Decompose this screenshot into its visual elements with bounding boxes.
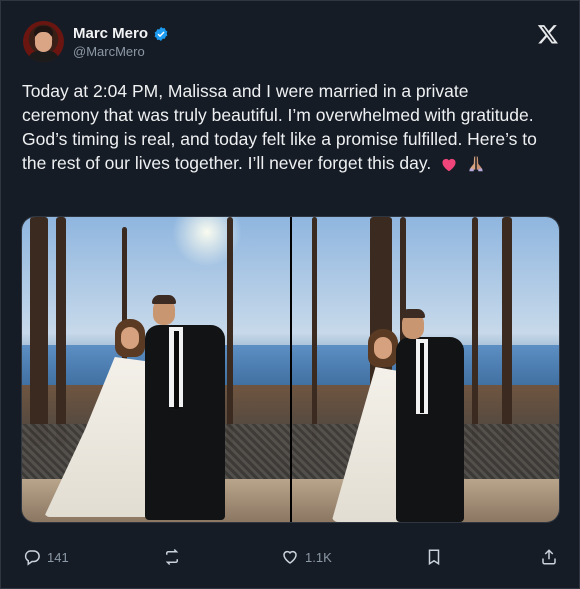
retweet-icon — [165, 548, 179, 566]
x-logo-icon[interactable] — [537, 23, 559, 45]
wedding-photo-2[interactable] — [291, 217, 559, 522]
share-button[interactable] — [540, 548, 558, 566]
reply-icon — [24, 550, 40, 566]
like-button[interactable]: 1.1K — [281, 548, 332, 566]
author-name[interactable]: Marc Mero — [73, 25, 148, 42]
tweet-text: Today at 2:04 PM, Malissa and I were mar… — [22, 79, 547, 178]
heart-icon — [283, 550, 297, 564]
reply-count: 141 — [47, 549, 69, 565]
author-name-row[interactable]: Marc Mero — [73, 25, 169, 42]
share-icon — [542, 549, 556, 565]
tweet-media[interactable] — [21, 216, 560, 523]
tweet-body: Today at 2:04 PM, Malissa and I were mar… — [22, 81, 537, 173]
wedding-photo-1[interactable] — [22, 217, 290, 522]
like-count: 1.1K — [305, 549, 332, 565]
pink-heart-icon — [440, 154, 458, 178]
verified-badge-icon — [154, 26, 168, 41]
reply-button[interactable]: 141 — [23, 548, 69, 566]
tweet-card: Marc Mero @MarcMero Today at 2:04 PM, Ma… — [0, 0, 580, 589]
bookmark-button[interactable] — [425, 548, 443, 566]
tweet-actions: 141 1.1K — [21, 548, 559, 570]
bookmark-icon — [428, 549, 440, 566]
tweet-header: Marc Mero @MarcMero — [23, 21, 559, 63]
avatar[interactable] — [23, 21, 64, 62]
author-handle[interactable]: @MarcMero — [73, 44, 145, 59]
retweet-button[interactable] — [163, 548, 187, 566]
folded-hands-icon — [467, 154, 485, 178]
